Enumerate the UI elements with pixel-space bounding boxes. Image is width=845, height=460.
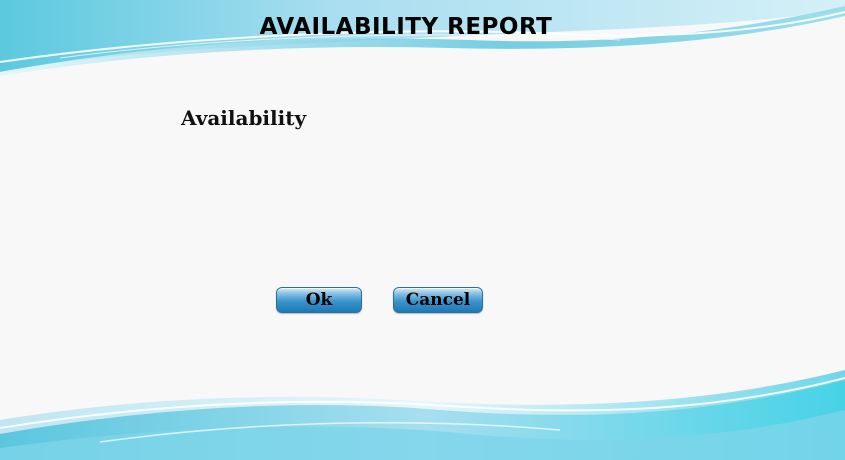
ok-button[interactable]: Ok [276, 287, 362, 313]
page-title: AVAILABILITY REPORT [259, 14, 553, 40]
bottom-wave-decoration [0, 370, 845, 460]
report-dialog: AVAILABILITY REPORT Availability Ok Canc… [0, 0, 845, 460]
cancel-button[interactable]: Cancel [393, 287, 483, 313]
availability-label: Availability [181, 106, 307, 130]
